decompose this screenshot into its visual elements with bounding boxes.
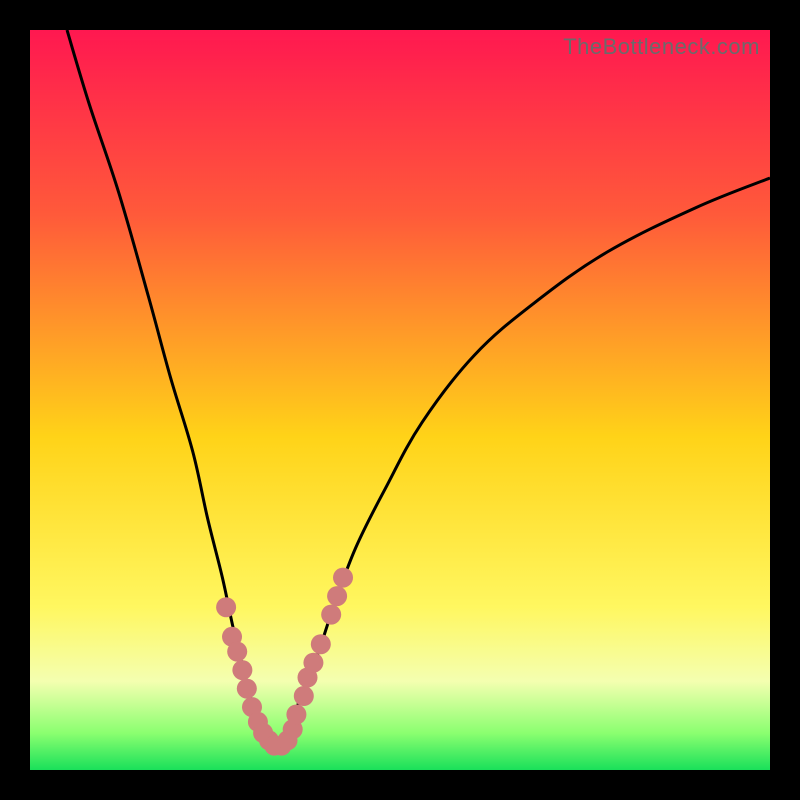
data-point	[303, 653, 323, 673]
plot-area: TheBottleneck.com	[30, 30, 770, 770]
watermark-text: TheBottleneck.com	[563, 34, 760, 60]
data-point	[237, 679, 257, 699]
data-point	[311, 634, 331, 654]
curve-layer	[30, 30, 770, 770]
left-branch-curve	[67, 30, 274, 748]
data-point	[286, 705, 306, 725]
data-point	[321, 605, 341, 625]
data-point	[227, 642, 247, 662]
data-point	[294, 686, 314, 706]
data-point	[327, 586, 347, 606]
data-point	[216, 597, 236, 617]
data-point	[333, 568, 353, 588]
data-point	[232, 660, 252, 680]
right-branch-curve	[274, 178, 770, 748]
highlight-dots	[216, 568, 353, 756]
chart-stage: TheBottleneck.com	[0, 0, 800, 800]
